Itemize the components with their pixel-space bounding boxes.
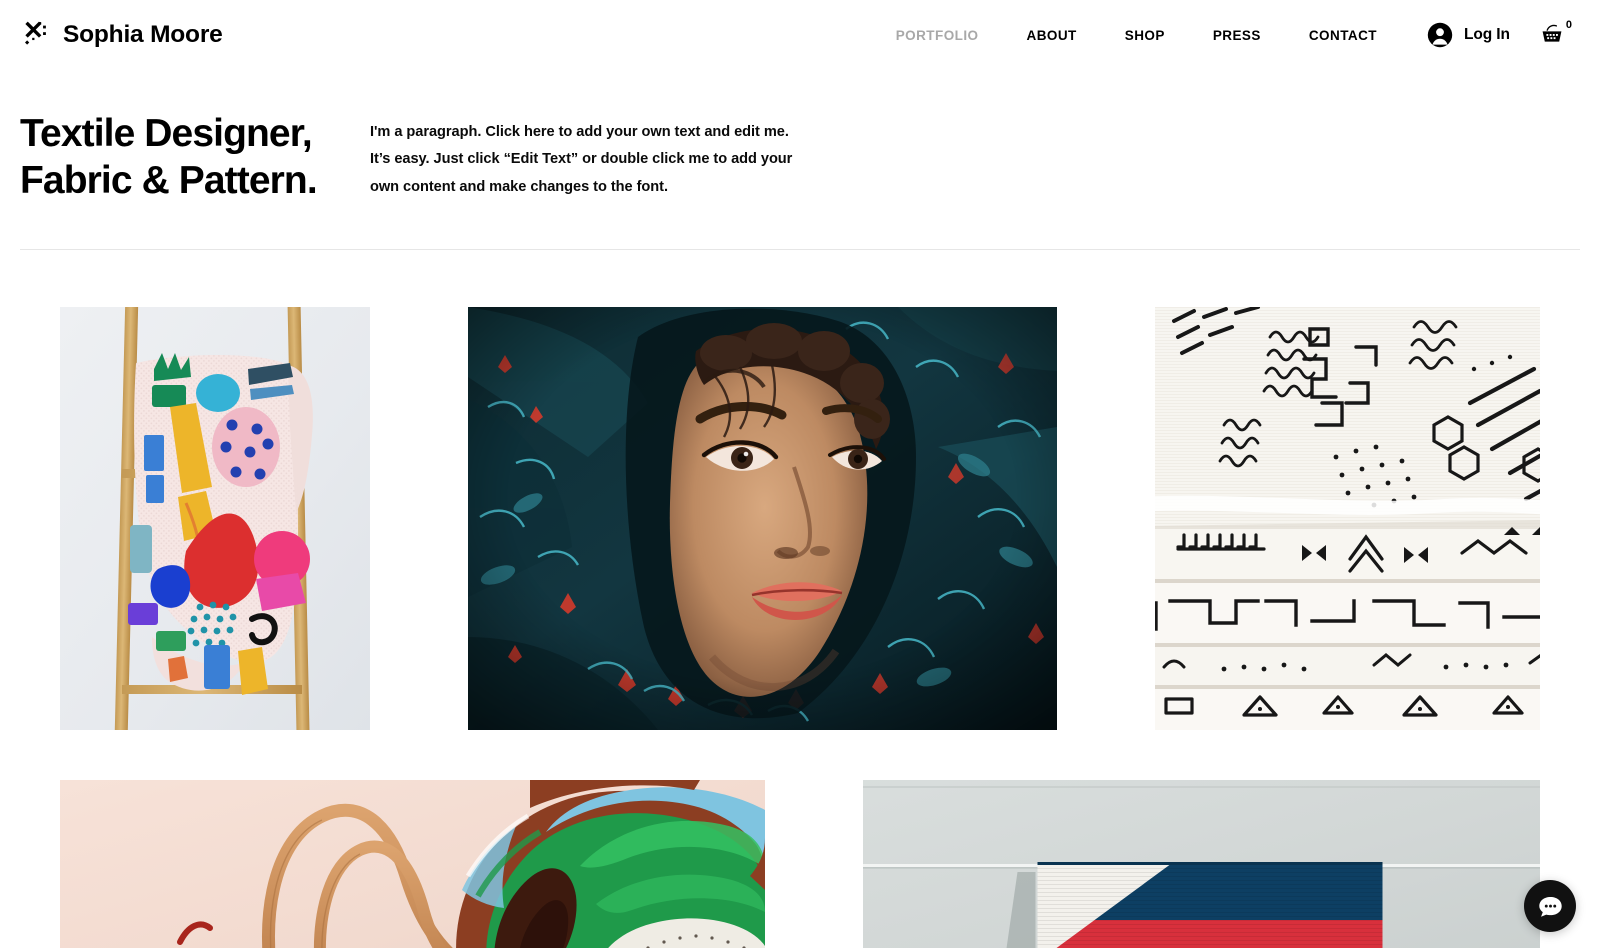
hero-paragraph: I'm a paragraph. Click here to add your … (370, 124, 793, 195)
gallery-item-mudcloth-stack[interactable]: Stack of folded white mudcloth textiles … (1155, 307, 1540, 731)
chat-widget-button[interactable]: Chat (1524, 880, 1576, 932)
sparkle-x-icon (20, 20, 50, 50)
gallery-row-2: Flat lay of a green and brown silk scarf… (20, 764, 1580, 948)
nav-item-about[interactable]: ABOUT (1003, 22, 1101, 49)
chat-bubble-icon (1537, 893, 1564, 920)
page-title-line-2: Fabric & Pattern. (20, 159, 318, 203)
login-button[interactable]: Log In (1427, 22, 1510, 48)
gallery-item-flatlay-scarf-bag[interactable]: Flat lay of a green and brown silk scarf… (60, 780, 765, 948)
page-title-line-1: Textile Designer, (20, 112, 313, 155)
login-label: Log In (1463, 26, 1510, 43)
site-header: Sophia Moore PORTFOLIO ABOUT SHOP PRESS … (0, 0, 1600, 70)
nav-item-shop[interactable]: SHOP (1101, 22, 1189, 49)
brand-name: Sophia Moore (63, 20, 223, 48)
page-title: Textile Designer, Fabric & Pattern. (20, 110, 370, 204)
header-right-zone: PORTFOLIO ABOUT SHOP PRESS CONTACT Log I… (872, 19, 1572, 49)
gallery-item-hanging-textile[interactable]: Navy, red and tan striped textile hangin… (863, 780, 1540, 948)
gallery-row-1: Pink knit blanket with colorful abstract… (20, 291, 1580, 746)
nav-item-press[interactable]: PRESS (1189, 22, 1285, 49)
gallery-item-portrait-floral-fabric[interactable]: Portrait of a woman wrapped in dark teal… (468, 307, 1057, 731)
nav-item-portfolio[interactable]: PORTFOLIO (872, 22, 1003, 49)
hero-section: Textile Designer, Fabric & Pattern. I'm … (0, 70, 1600, 204)
main-navigation: PORTFOLIO ABOUT SHOP PRESS CONTACT (872, 22, 1401, 49)
cart-item-count: 0 (1565, 19, 1572, 31)
portfolio-gallery: Pink knit blanket with colorful abstract… (0, 250, 1600, 948)
brand-logo-link[interactable]: Sophia Moore (20, 20, 223, 50)
nav-item-contact[interactable]: CONTACT (1285, 22, 1401, 49)
cart-button[interactable]: 0 (1540, 19, 1572, 47)
gallery-item-ladder-blanket[interactable]: Pink knit blanket with colorful abstract… (60, 307, 370, 731)
user-avatar-icon (1427, 22, 1453, 48)
shopping-basket-icon (1540, 23, 1564, 47)
